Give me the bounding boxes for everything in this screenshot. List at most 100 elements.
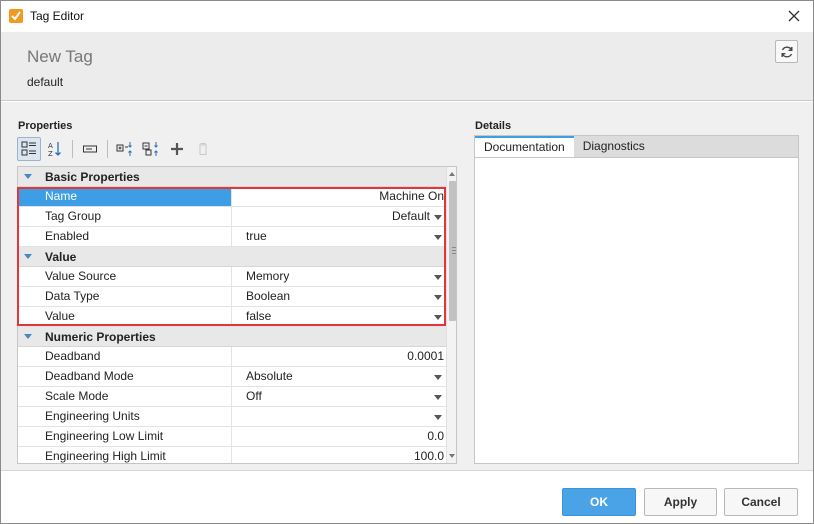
- property-scrollbar[interactable]: [446, 167, 456, 463]
- collapse-arrow-icon[interactable]: [24, 254, 32, 259]
- collapse-arrow-icon[interactable]: [24, 334, 32, 339]
- property-value-dropdown[interactable]: Off: [232, 387, 446, 406]
- collapse-arrow-icon[interactable]: [24, 174, 32, 179]
- window-title: Tag Editor: [30, 9, 85, 23]
- property-row[interactable]: Scale Mode Off: [18, 387, 446, 407]
- property-row[interactable]: Engineering High Limit 100.0: [18, 447, 446, 463]
- add-property-button[interactable]: [165, 137, 189, 161]
- app-icon: [9, 9, 23, 23]
- close-icon: [788, 10, 800, 22]
- delete-property-button[interactable]: [191, 137, 215, 161]
- property-value-dropdown[interactable]: true: [232, 227, 446, 246]
- dropdown-arrow-icon[interactable]: [434, 395, 442, 400]
- property-row[interactable]: Value false: [18, 307, 446, 327]
- category-row[interactable]: Value: [18, 247, 446, 267]
- category-label: Numeric Properties: [45, 330, 156, 344]
- tab-diagnostics[interactable]: Diagnostics: [574, 136, 654, 157]
- collapse-all-button[interactable]: [139, 137, 163, 161]
- property-row[interactable]: Data Type Boolean: [18, 287, 446, 307]
- property-value-dropdown[interactable]: false: [232, 307, 446, 326]
- property-value-field[interactable]: 0.0: [232, 427, 446, 446]
- property-value-dropdown[interactable]: Boolean: [232, 287, 446, 306]
- property-value-text: Absolute: [246, 369, 293, 383]
- property-name: Scale Mode: [18, 387, 232, 406]
- categorized-icon: [21, 141, 36, 156]
- property-row[interactable]: Value Source Memory: [18, 267, 446, 287]
- refresh-button[interactable]: [775, 40, 798, 63]
- property-row[interactable]: Tag Group Default: [18, 207, 446, 227]
- property-name: Name: [18, 187, 232, 206]
- property-value-text: 100.0: [413, 449, 444, 463]
- dropdown-arrow-icon[interactable]: [434, 375, 442, 380]
- tag-header: New Tag default: [1, 32, 813, 101]
- property-name: Enabled: [18, 227, 232, 246]
- category-row[interactable]: Basic Properties: [18, 167, 446, 187]
- property-name: Deadband Mode: [18, 367, 232, 386]
- expand-all-button[interactable]: [113, 137, 137, 161]
- property-value-dropdown[interactable]: Default: [232, 207, 446, 226]
- trash-icon: [199, 143, 207, 155]
- property-table: Engineering High Limit 100.0 Engineering L…: [17, 166, 457, 464]
- textfield-icon: [83, 145, 97, 153]
- tag-editor-window: Tag Editor New Tag default Properties A …: [0, 0, 814, 524]
- property-row[interactable]: Enabled true: [18, 227, 446, 247]
- property-row[interactable]: Engineering Low Limit 0.0: [18, 427, 446, 447]
- property-name: Tag Group: [18, 207, 232, 226]
- property-row[interactable]: Engineering Units: [18, 407, 446, 427]
- property-value-text: 0.0: [427, 429, 444, 443]
- ok-button[interactable]: OK: [562, 488, 636, 516]
- svg-text:Z: Z: [48, 150, 53, 157]
- details-tabs: Documentation Diagnostics: [474, 135, 799, 157]
- tab-documentation[interactable]: Documentation: [475, 136, 574, 157]
- properties-title: Properties: [18, 120, 73, 132]
- property-value-field[interactable]: Machine On: [232, 187, 446, 206]
- toolbar-separator: [72, 140, 73, 158]
- documentation-panel[interactable]: [474, 157, 799, 464]
- properties-toolbar: A Z: [17, 136, 457, 162]
- plus-icon: [171, 143, 183, 155]
- category-label: Basic Properties: [45, 170, 140, 184]
- cancel-button[interactable]: Cancel: [724, 488, 798, 516]
- scroll-down-icon[interactable]: [449, 454, 455, 458]
- dropdown-arrow-icon[interactable]: [434, 215, 442, 220]
- tag-name: New Tag: [27, 47, 93, 66]
- property-value-text: Boolean: [246, 289, 291, 303]
- property-value-dropdown[interactable]: [232, 407, 446, 426]
- collapse-all-icon: [142, 142, 158, 156]
- property-name: Data Type: [18, 287, 232, 306]
- sort-az-icon: A Z: [48, 142, 61, 157]
- dropdown-arrow-icon[interactable]: [434, 295, 442, 300]
- dialog-footer: OK Apply Cancel: [1, 470, 813, 523]
- refresh-icon: [781, 46, 792, 57]
- title-bar: Tag Editor: [1, 1, 813, 32]
- sort-alpha-button[interactable]: A Z: [43, 137, 67, 161]
- details-title: Details: [475, 120, 512, 132]
- dropdown-arrow-icon[interactable]: [434, 235, 442, 240]
- close-button[interactable]: [785, 7, 803, 25]
- grip-line: [452, 247, 456, 248]
- apply-button[interactable]: Apply: [644, 488, 717, 516]
- property-name: Value: [18, 307, 232, 326]
- property-value-text: Machine On: [379, 189, 444, 203]
- property-name: Engineering Units: [18, 407, 232, 426]
- property-row[interactable]: Deadband Mode Absolute: [18, 367, 446, 387]
- property-name: Engineering Low Limit: [18, 427, 232, 446]
- property-row[interactable]: Name Machine On: [18, 187, 446, 207]
- property-value-dropdown[interactable]: Memory: [232, 267, 446, 286]
- property-value-dropdown[interactable]: Absolute: [232, 367, 446, 386]
- dropdown-arrow-icon[interactable]: [434, 415, 442, 420]
- categorized-view-button[interactable]: [17, 137, 41, 161]
- scroll-thumb[interactable]: [449, 181, 456, 321]
- scroll-up-icon[interactable]: [449, 172, 455, 176]
- grip-line: [452, 253, 456, 254]
- property-value-field[interactable]: 0.0001: [232, 347, 446, 366]
- property-name: Engineering High Limit: [18, 447, 232, 463]
- property-name: Deadband: [18, 347, 232, 366]
- dropdown-arrow-icon[interactable]: [434, 275, 442, 280]
- edit-value-button[interactable]: [78, 137, 102, 161]
- property-value-field[interactable]: 100.0: [232, 447, 446, 463]
- property-value-text: Default: [391, 209, 430, 223]
- property-row[interactable]: Deadband 0.0001: [18, 347, 446, 367]
- category-row[interactable]: Numeric Properties: [18, 327, 446, 347]
- dropdown-arrow-icon[interactable]: [434, 315, 442, 320]
